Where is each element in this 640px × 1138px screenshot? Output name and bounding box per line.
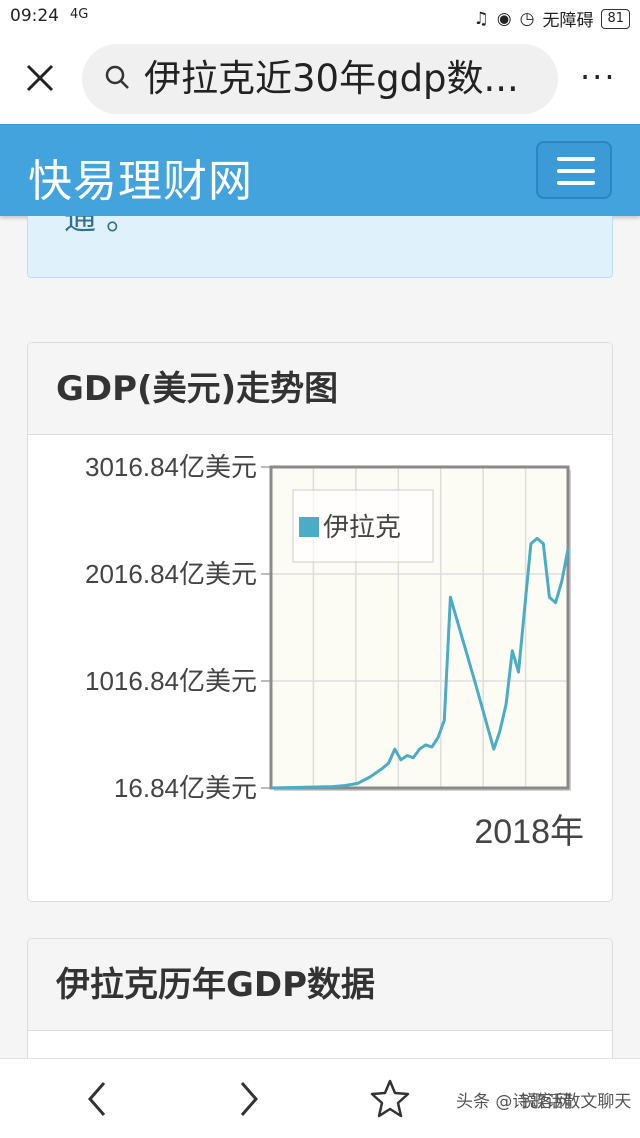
search-input[interactable]: 伊拉克近30年gdp数... [82,44,558,114]
gdp-data-panel: 伊拉克历年GDP数据 [27,938,613,1058]
site-header: 快易理财网 [0,124,640,216]
menu-line-icon [557,169,595,173]
browser-bottom-bar: 头条 @诗歌话散文聊天 锐客网 [0,1058,640,1138]
hamburger-menu-button[interactable] [536,141,612,199]
close-button[interactable] [20,58,60,98]
y-tick-label: 3016.84亿美元 [85,452,257,482]
y-tick-label: 1016.84亿美元 [85,666,257,696]
browser-toolbar: 伊拉克近30年gdp数... ··· [0,34,640,124]
status-right: ♫ ◉ ◷ 无障碍 81 [474,6,630,31]
site-logo[interactable]: 快易理财网 [28,145,253,209]
panel-title: GDP(美元)走势图 [28,343,612,435]
brand-text: 锐客网 [520,1092,571,1112]
gdp-chart-panel: GDP(美元)走势图 3016.84亿美元 2016.84亿美元 1016.84亿美… [27,342,613,902]
menu-line-icon [557,181,595,185]
back-arrow-icon[interactable] [78,1077,118,1121]
y-tick-label: 2016.84亿美元 [85,559,257,589]
legend-swatch [299,517,319,537]
status-bar: 09:24 4G ♫ ◉ ◷ 无障碍 81 [0,0,640,34]
y-tick-label: 16.84亿美元 [114,773,257,803]
info-text: 通 。 [64,216,139,237]
gdp-line-chart: 3016.84亿美元 2016.84亿美元 1016.84亿美元 16.84亿美元 伊拉… [85,452,584,851]
mute-icon: ♫ [473,8,489,29]
lock-rotation-icon: ◉ [496,8,512,29]
panel-title: 伊拉克历年GDP数据 [28,939,612,1031]
star-bookmark-icon[interactable] [370,1077,410,1121]
page-content: 通 。 GDP(美元)走势图 3016.84亿美元 2016.84亿美元 1016.… [0,216,640,1058]
menu-line-icon [557,157,595,161]
more-menu-button[interactable]: ··· [580,61,617,93]
status-time: 09:24 [10,6,59,26]
search-icon [105,65,129,89]
alarm-icon: ◷ [519,8,535,29]
info-box: 通 。 [27,216,613,278]
signal-indicator: 4G [70,7,89,22]
search-query-text: 伊拉克近30年gdp数... [144,57,519,100]
brand-badge: 锐客网 [520,1087,571,1112]
accessibility-label: 无障碍 [542,11,594,31]
battery-indicator: 81 [601,8,630,29]
close-icon [26,64,54,92]
forward-arrow-icon[interactable] [228,1077,268,1121]
x-axis-label: 2018年 [474,813,584,851]
legend-label: 伊拉克 [323,512,401,542]
